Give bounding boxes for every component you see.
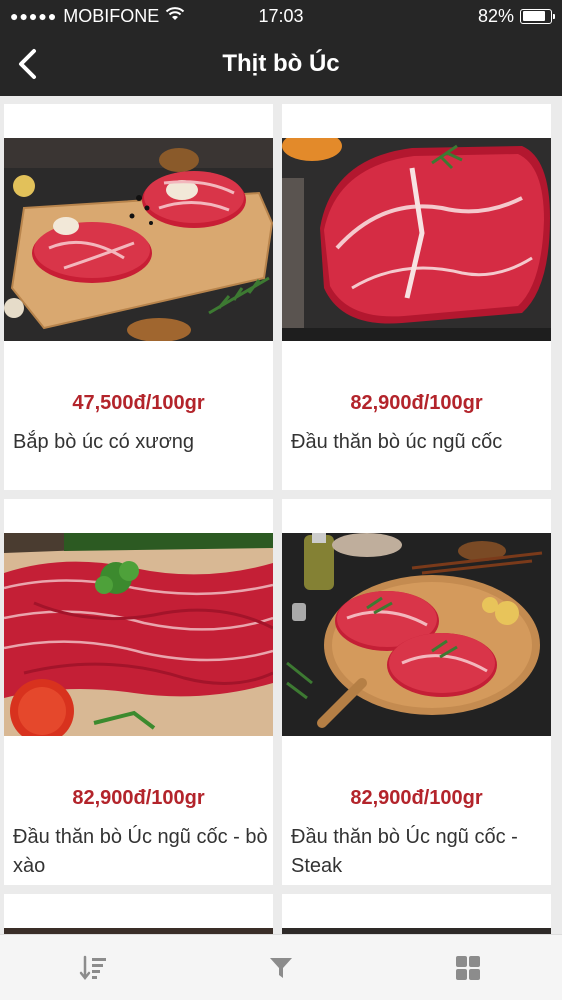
product-card-partial[interactable] [4,894,273,934]
product-price: 47,500đ/100gr [72,392,205,414]
battery-icon [520,8,555,24]
product-card[interactable]: 82,900đ/100gr Đầu thăn bò Úc ngũ cốc - S… [282,499,551,885]
wifi-icon [165,6,185,27]
product-grid[interactable]: 47,500đ/100gr Bắp bò úc có xương 82,900đ… [0,96,562,934]
product-card-partial[interactable] [282,894,551,934]
product-card[interactable]: 82,900đ/100gr Đầu thăn bò Úc ngũ cốc - b… [4,499,273,885]
filter-button[interactable] [251,943,311,993]
product-image-steaks[interactable] [282,533,551,736]
sort-button[interactable] [64,943,124,993]
filter-icon [269,957,292,978]
sort-icon [79,955,106,980]
battery-percent: 82% [477,5,514,26]
grid-view-icon [456,955,481,980]
status-left: ●●●●● MOBIFONE [10,6,185,27]
chevron-left-icon [19,49,36,79]
grid-view-button[interactable] [438,943,498,993]
battery-level [522,11,545,21]
back-button[interactable] [8,42,48,86]
page-title: Thịt bò Úc [222,50,340,77]
product-name[interactable]: Bắp bò úc có xương [13,428,268,457]
navigation-bar: Thịt bò Úc [0,32,562,96]
product-card[interactable]: 82,900đ/100gr Đầu thăn bò úc ngũ cốc [282,104,551,490]
product-price: 82,900đ/100gr [72,787,205,809]
product-name[interactable]: Đầu thăn bò úc ngũ cốc [291,428,546,457]
product-image-sliced-beef[interactable] [4,533,273,736]
carrier-name: MOBIFONE [63,5,160,26]
product-image-beef-shank[interactable] [4,138,273,341]
product-name[interactable]: Đầu thăn bò Úc ngũ cốc - bò xào [13,823,268,881]
product-card[interactable]: 47,500đ/100gr Bắp bò úc có xương [4,104,273,490]
status-bar: ●●●●● MOBIFONE 17:03 82% [0,0,562,32]
status-right: 82% [477,5,555,27]
product-name[interactable]: Đầu thăn bò Úc ngũ cốc - Steak [291,823,546,881]
product-price: 82,900đ/100gr [350,787,483,809]
signal-strength-icon: ●●●●● [10,8,58,24]
bottom-toolbar [0,934,562,1000]
product-price: 82,900đ/100gr [350,392,483,414]
product-image-beef-roast[interactable] [282,138,551,341]
